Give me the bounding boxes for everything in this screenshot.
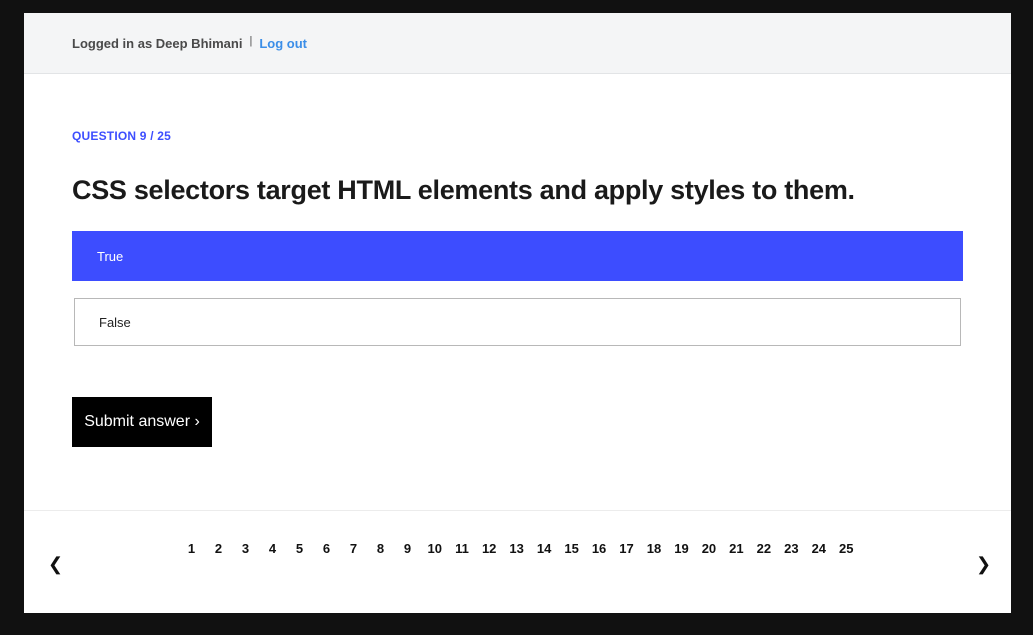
question-pagination: ❮ 1 2 3 4 5 6 7 8 9 10 11 12 13 14 15 16 17 18 19 20 21 22 23 2… — [24, 510, 1011, 613]
question-counter: QUESTION 9 / 25 — [72, 129, 172, 143]
question-panel: QUESTION 9 / 25 CSS selectors target HTM… — [24, 129, 1011, 447]
top-bar: Logged in as Deep Bhimani | Log out — [24, 13, 1011, 74]
submit-answer-button[interactable]: Submit answer › — [72, 397, 212, 447]
page-number-15[interactable]: 15 — [564, 540, 578, 557]
page-number-5[interactable]: 5 — [292, 540, 306, 557]
header-separator: | — [249, 35, 253, 47]
page-number-9[interactable]: 9 — [400, 540, 414, 557]
answer-option-true[interactable]: True — [72, 231, 963, 281]
page-number-18[interactable]: 18 — [647, 540, 661, 557]
page-number-24[interactable]: 24 — [812, 540, 826, 557]
page-number-list: 1 2 3 4 5 6 7 8 9 10 11 12 13 14 15 16 17 18 19 20 21 22 23 24 2… — [142, 540, 896, 557]
page-number-12[interactable]: 12 — [482, 540, 496, 557]
page-number-20[interactable]: 20 — [702, 540, 716, 557]
page-number-7[interactable]: 7 — [346, 540, 360, 557]
answer-option-label: True — [97, 248, 124, 264]
chevron-right-icon[interactable]: ❯ — [976, 555, 991, 573]
page-number-10[interactable]: 10 — [427, 540, 441, 557]
question-text: CSS selectors target HTML elements and a… — [72, 175, 855, 205]
chevron-left-icon[interactable]: ❮ — [48, 555, 63, 573]
quiz-window: Logged in as Deep Bhimani | Log out QUES… — [24, 13, 1011, 613]
page-number-25[interactable]: 25 — [839, 540, 853, 557]
page-number-16[interactable]: 16 — [592, 540, 606, 557]
page-number-11[interactable]: 11 — [455, 540, 469, 557]
page-number-2[interactable]: 2 — [211, 540, 225, 557]
logged-in-text: Logged in as Deep Bhimani — [72, 35, 243, 51]
page-number-21[interactable]: 21 — [729, 540, 743, 557]
page-number-3[interactable]: 3 — [238, 540, 252, 557]
page-number-4[interactable]: 4 — [265, 540, 279, 557]
page-number-22[interactable]: 22 — [757, 540, 771, 557]
answer-option-false[interactable]: False — [74, 298, 961, 346]
answer-option-label: False — [99, 314, 131, 330]
page-number-1[interactable]: 1 — [184, 540, 198, 557]
page-number-19[interactable]: 19 — [674, 540, 688, 557]
page-number-14[interactable]: 14 — [537, 540, 551, 557]
logout-link[interactable]: Log out — [259, 36, 307, 51]
page-number-17[interactable]: 17 — [619, 540, 633, 557]
page-number-6[interactable]: 6 — [319, 540, 333, 557]
page-number-23[interactable]: 23 — [784, 540, 798, 557]
page-number-8[interactable]: 8 — [373, 540, 387, 557]
page-number-13[interactable]: 13 — [509, 540, 523, 557]
